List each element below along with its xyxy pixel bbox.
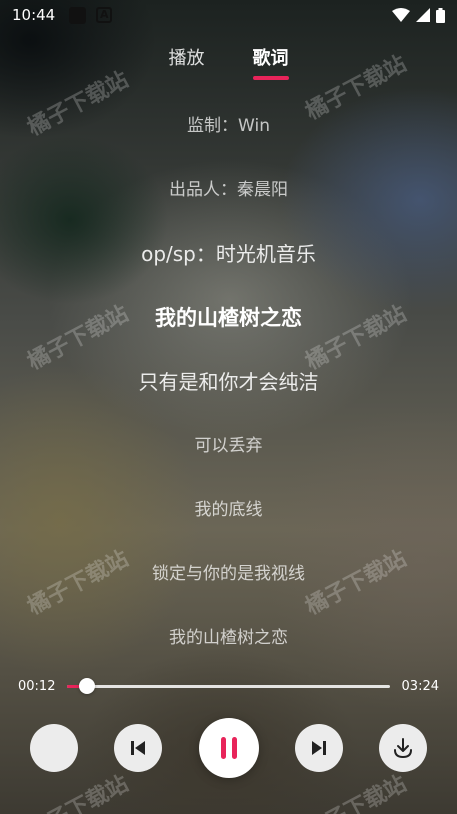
download-icon bbox=[394, 738, 412, 759]
lyric-line: 我的山楂树之恋 bbox=[169, 628, 288, 648]
seek-track[interactable] bbox=[67, 678, 390, 694]
pause-icon bbox=[220, 737, 237, 759]
elapsed-time: 00:12 bbox=[18, 678, 56, 694]
lyric-line: 我的底线 bbox=[194, 500, 263, 520]
notification-a-icon: A bbox=[96, 7, 113, 23]
battery-icon bbox=[436, 7, 445, 23]
notification-square-icon bbox=[69, 6, 87, 24]
lyric-line: 可以丢弃 bbox=[194, 436, 263, 456]
pause-button[interactable] bbox=[198, 718, 259, 778]
blank-button[interactable] bbox=[30, 724, 78, 772]
view-tabs: 播放 歌词 bbox=[0, 44, 457, 80]
progress-bar: 00:12 03:24 bbox=[0, 674, 457, 698]
lyric-line: 锁定与你的是我视线 bbox=[152, 564, 305, 584]
previous-button[interactable] bbox=[114, 724, 163, 772]
lyric-line-current: 我的山楂树之恋 bbox=[155, 306, 302, 330]
playback-controls bbox=[0, 718, 457, 778]
status-bar: 10:44 A bbox=[0, 0, 457, 30]
lyric-line: 监制：Win bbox=[187, 116, 270, 136]
status-time: 10:44 bbox=[12, 6, 56, 24]
tab-play[interactable]: 播放 bbox=[169, 44, 205, 80]
wifi-icon bbox=[392, 8, 410, 22]
lyric-line: 只有是和你才会纯洁 bbox=[138, 370, 319, 394]
lyric-line: 出品人：秦晨阳 bbox=[169, 180, 288, 200]
previous-icon bbox=[131, 741, 146, 755]
duration-time: 03:24 bbox=[401, 678, 439, 694]
next-icon bbox=[311, 741, 326, 755]
lyric-line: op/sp：时光机音乐 bbox=[141, 242, 316, 266]
tab-lyrics[interactable]: 歌词 bbox=[253, 44, 289, 80]
lyrics-list[interactable]: 监制：Win 出品人：秦晨阳 op/sp：时光机音乐 我的山楂树之恋 只有是和你… bbox=[0, 100, 457, 676]
next-button[interactable] bbox=[294, 724, 343, 772]
seek-thumb[interactable] bbox=[79, 678, 96, 694]
download-button[interactable] bbox=[379, 724, 427, 772]
signal-icon bbox=[416, 8, 430, 22]
